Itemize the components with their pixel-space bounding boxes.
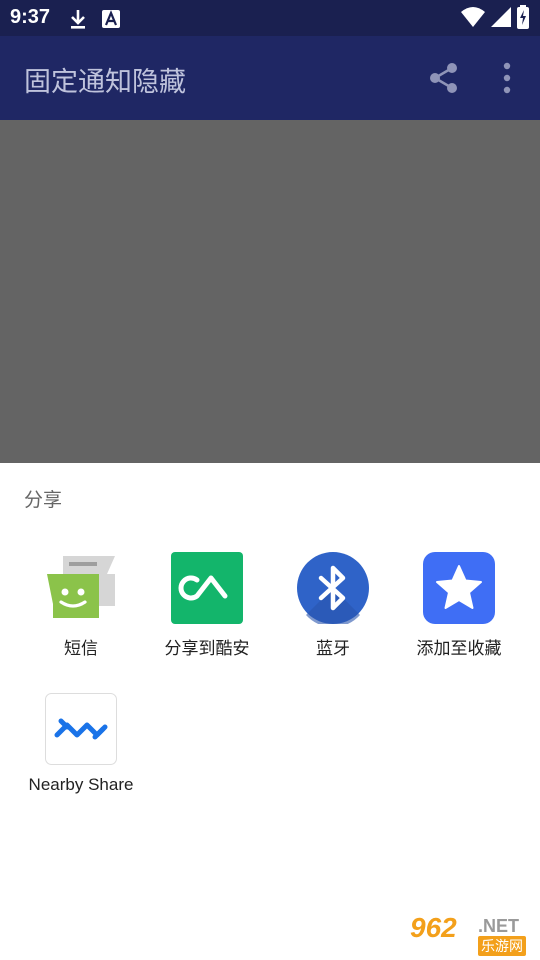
share-target-label: 添加至收藏 xyxy=(416,639,502,659)
app-title: 固定通知隐藏 xyxy=(24,67,186,98)
nearby-share-icon xyxy=(45,693,117,765)
status-bar: 9:37 xyxy=(0,0,540,36)
star-icon xyxy=(423,552,495,624)
messages-icon xyxy=(47,556,115,618)
share-target-messages[interactable]: 短信 xyxy=(18,552,144,682)
share-sheet-title: 分享 xyxy=(24,489,63,511)
share-target-nearby-share[interactable]: Nearby Share xyxy=(18,693,144,823)
share-target-label: 蓝牙 xyxy=(316,639,350,659)
watermark-logo: 962 .NET 乐游网 xyxy=(402,912,534,956)
share-target-label: 短信 xyxy=(64,639,98,659)
a-box-icon xyxy=(102,10,120,28)
share-target-coolapk[interactable]: 分享到酷安 xyxy=(144,552,270,682)
watermark-number: 962 xyxy=(410,912,457,943)
wifi-icon xyxy=(461,7,485,27)
share-target-label: 分享到酷安 xyxy=(164,639,250,659)
share-target-favorites[interactable]: 添加至收藏 xyxy=(396,552,522,682)
bluetooth-icon xyxy=(297,552,369,624)
dimmed-content-scrim[interactable] xyxy=(0,120,540,463)
coolapk-icon xyxy=(171,552,243,624)
share-icon[interactable] xyxy=(428,62,460,94)
watermark-suffix: .NET xyxy=(478,916,520,936)
more-vert-icon[interactable] xyxy=(500,62,514,94)
download-icon xyxy=(71,10,85,29)
share-target-label: Nearby Share xyxy=(28,775,134,794)
battery-icon xyxy=(517,5,529,29)
app-bar: 固定通知隐藏 xyxy=(0,36,540,120)
share-target-bluetooth[interactable]: 蓝牙 xyxy=(270,552,396,682)
signal-icon xyxy=(491,7,511,27)
status-time: 9:37 xyxy=(10,6,51,28)
share-sheet: 分享 短信 分享到酷安 蓝牙 添加至收藏 Nearby Share xyxy=(0,463,540,960)
watermark-site: 乐游网 xyxy=(478,936,526,956)
